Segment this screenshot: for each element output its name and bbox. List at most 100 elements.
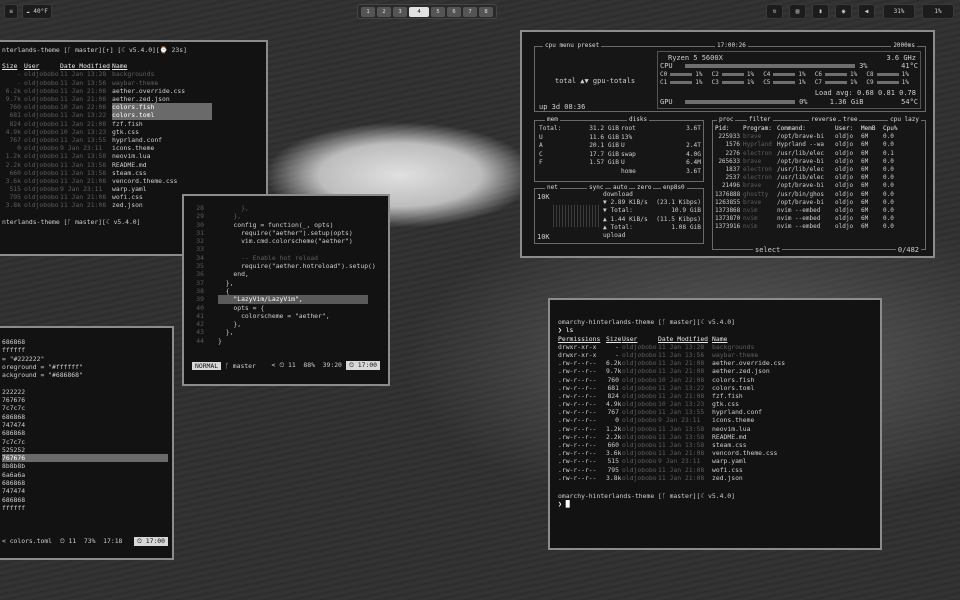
file-row[interactable]: 1.2k oldjobobo 11 Jan 13:58 neovim.lua [2,152,262,160]
workspace-button-3[interactable]: 3 [393,7,407,17]
proc-row[interactable]: 1837 electron/usr/lib/elec oldjo 6M 0.0 [715,166,923,174]
file-row[interactable]: .rw-r--r-- 824 oldjobobo 11 Jan 21:08 fzf.fi… [558,392,872,400]
mic-icon[interactable]: ▮ [812,4,829,19]
mem-label[interactable]: mem [545,116,560,123]
net-iface[interactable]: enp8s0 [661,184,687,191]
file-row[interactable]: .rw-r--r-- 515 oldjobobo 9 Jan 23:11 warp.ya… [558,457,872,465]
cpu-freq: 3.6 GHz [886,54,916,62]
proc-reverse[interactable]: reverse [809,116,839,123]
file-row[interactable]: drwxr-xr-x - oldjobobo 11 Jan 13:56 waybar-t… [558,351,872,359]
file-row[interactable]: .rw-r--r-- 0 oldjobobo 9 Jan 23:11 icons.the… [558,416,872,424]
weather-widget[interactable]: ☁ 40°F [22,4,52,19]
brightness-indicator[interactable]: 1% [922,4,954,19]
file-row[interactable]: 767 oldjobobo 11 Jan 13:55 hyprland.conf [2,136,262,144]
exit-icon[interactable]: ⎋ [766,4,783,19]
file-row[interactable]: .rw-r--r-- 9.7k oldjobobo 11 Jan 21:08 aethe… [558,367,872,375]
proc-row[interactable]: 2537 electron/usr/lib/elec oldjo 6M 0.0 [715,174,923,182]
file-row[interactable]: 9.7k oldjobobo 11 Jan 21:08 aether.zed.json [2,95,262,103]
net-key: ▲ 1.44 KiB/s [603,215,648,223]
file-row[interactable]: 681 oldjobobo 11 Jan 13:22 colors.toml [2,111,262,120]
file-row[interactable]: 824 oldjobobo 11 Jan 21:08 fzf.fish [2,120,262,128]
editor-window-colors-toml[interactable]: 686868 ffffff = "#222222" oreground = "#fff… [0,326,174,560]
battery-indicator[interactable]: 31% [883,4,915,19]
proc-sort[interactable]: cpu lazy [888,116,921,123]
workspace-button-8[interactable]: 8 [479,7,493,17]
workspace-button-4[interactable]: 4 [409,7,429,17]
perm-cell: .rw-r--r-- [558,465,597,474]
file-row[interactable]: .rw-r--r-- 767 oldjobobo 11 Jan 13:55 hyprla… [558,408,872,416]
proc-row[interactable]: 1373868 nvim nvim --embed oldjo 6M 0.0 [715,207,923,215]
refresh-rate[interactable]: 2000ms [891,42,917,49]
code-text: opts = { [218,303,265,312]
net-label[interactable]: net [545,184,560,191]
proc-row[interactable]: 225933 brave/opt/brave-bi oldjo 6M 0.0 [715,133,923,141]
disk-row: home 3.6T [621,168,701,177]
file-row[interactable]: .rw-r--r-- 681 oldjobobo 11 Jan 13:22 colors… [558,384,872,392]
file-row[interactable]: 3.6k oldjobobo 11 Jan 21:08 vencord.theme.c… [2,177,262,185]
proc-cell: 0.0 [883,198,894,206]
date-cell: 10 Jan 22:08 [658,375,705,384]
btop-window[interactable]: cpu menu preset 17:00:26 2000ms Ryzen 5 … [520,30,935,258]
proc-cell: 0.0 [883,190,894,198]
proc-row[interactable]: 1376888 ghostty/usr/bin/ghos oldjo 6M 0.0 [715,191,923,199]
net-auto[interactable]: auto [611,184,630,191]
proc-row[interactable]: 21496 brave/opt/brave-bi oldjo 6M 0.0 [715,182,923,190]
net-zero[interactable]: zero [635,184,654,191]
date-cell: 11 Jan 21:08 [60,201,107,210]
workspace-button-1[interactable]: 1 [361,7,375,17]
editor-window-neovim[interactable]: 28 }, 29 }, 30 config = function(_, opts) 3… [182,194,390,386]
gpu-tabs[interactable]: total ▲▼ gpu-totals [555,77,635,85]
cpu-tabs[interactable]: cpu menu preset [543,42,602,49]
proc-row[interactable]: 265633 brave/opt/brave-bi oldjo 6M 0.0 [715,158,923,166]
proc-select[interactable]: select [753,246,783,254]
workspace-button-7[interactable]: 7 [463,7,477,17]
file-row[interactable]: 760 oldjobobo 10 Jan 22:08 colors.fish [2,103,262,112]
lightbulb-icon[interactable]: ◉ [835,4,852,19]
name-cell: aether.zed.json [112,95,170,104]
proc-label[interactable]: proc [717,116,736,123]
file-row[interactable]: 0 oldjobobo 9 Jan 23:11 icons.theme [2,144,262,152]
menu-icon[interactable]: ≡ [4,4,18,19]
date-cell: 10 Jan 13:23 [658,400,705,409]
volume-icon[interactable]: ◀ [858,4,875,19]
size-cell: 3.6k [5,176,21,185]
file-row[interactable]: 2.2k oldjobobo 11 Jan 13:58 README.md [2,161,262,169]
file-row[interactable]: .rw-r--r-- 1.2k oldjobobo 11 Jan 13:58 neovi… [558,425,872,433]
mem-key: C [539,150,543,158]
file-row[interactable]: - oldjobobo 11 Jan 13:56 waybar-theme [2,79,262,87]
workspace-button-2[interactable]: 2 [377,7,391,17]
workspace-button-6[interactable]: 6 [447,7,461,17]
file-row[interactable]: .rw-r--r-- 795 oldjobobo 11 Jan 21:08 wofi.c… [558,466,872,474]
proc-row[interactable]: 1373870 nvim nvim --embed oldjo 6M 0.0 [715,215,923,223]
gpu-bar [684,100,795,104]
date-cell: 11 Jan 21:08 [658,367,705,376]
proc-row[interactable]: 1576 Hyprland Hyprland --wa oldjo 6M 0.0 [715,141,923,149]
size-cell: 824 [607,391,619,400]
file-row[interactable]: - oldjobobo 11 Jan 13:28 backgrounds [2,70,262,78]
file-row[interactable]: 660 oldjobobo 11 Jan 13:58 steam.css [2,169,262,177]
file-row[interactable]: .rw-r--r-- 3.6k oldjobobo 11 Jan 21:08 venco… [558,449,872,457]
file-row[interactable]: 6.2k oldjobobo 11 Jan 21:08 aether.override… [2,87,262,95]
file-row[interactable]: drwxr-xr-x - oldjobobo 11 Jan 13:28 backgrou… [558,343,872,351]
file-row[interactable]: .rw-r--r-- 6.2k oldjobobo 11 Jan 21:08 aethe… [558,359,872,367]
proc-row[interactable]: 2276 electron/usr/lib/elec oldjo 6M 0.1 [715,150,923,158]
terminal-window-ls[interactable]: omarchy-hinterlands-theme [ᚴ master][☾ v… [548,298,882,550]
net-sync[interactable]: sync [587,184,606,191]
disks-label[interactable]: disks [627,116,650,123]
file-row[interactable]: 515 oldjobobo 9 Jan 23:11 warp.yaml [2,185,262,193]
file-row[interactable]: .rw-r--r-- 3.8k oldjobobo 11 Jan 21:08 zed.j… [558,474,872,482]
workspace-button-5[interactable]: 5 [431,7,445,17]
proc-row[interactable]: 1373916 nvim nvim --embed oldjo 6M 0.0 [715,223,923,231]
shell-input[interactable]: ❯ █ [558,500,872,508]
date-cell: 11 Jan 13:22 [60,111,107,120]
file-row[interactable]: .rw-r--r-- 660 oldjobobo 11 Jan 13:58 steam.… [558,441,872,449]
proc-filter[interactable]: filter [747,116,773,123]
file-row[interactable]: .rw-r--r-- 4.9k oldjobobo 10 Jan 13:23 gtk.c… [558,400,872,408]
file-row[interactable]: .rw-r--r-- 760 oldjobobo 10 Jan 22:08 colors… [558,376,872,384]
file-row[interactable]: 4.9k oldjobobo 10 Jan 13:23 gtk.css [2,128,262,136]
proc-row[interactable]: 1263855 brave/opt/brave-bi oldjo 6M 0.0 [715,199,923,207]
size-cell: 9.7k [606,367,622,376]
proc-tree[interactable]: tree [841,116,860,123]
file-row[interactable]: .rw-r--r-- 2.2k oldjobobo 11 Jan 13:58 READM… [558,433,872,441]
clipboard-icon[interactable]: ▤ [789,4,806,19]
